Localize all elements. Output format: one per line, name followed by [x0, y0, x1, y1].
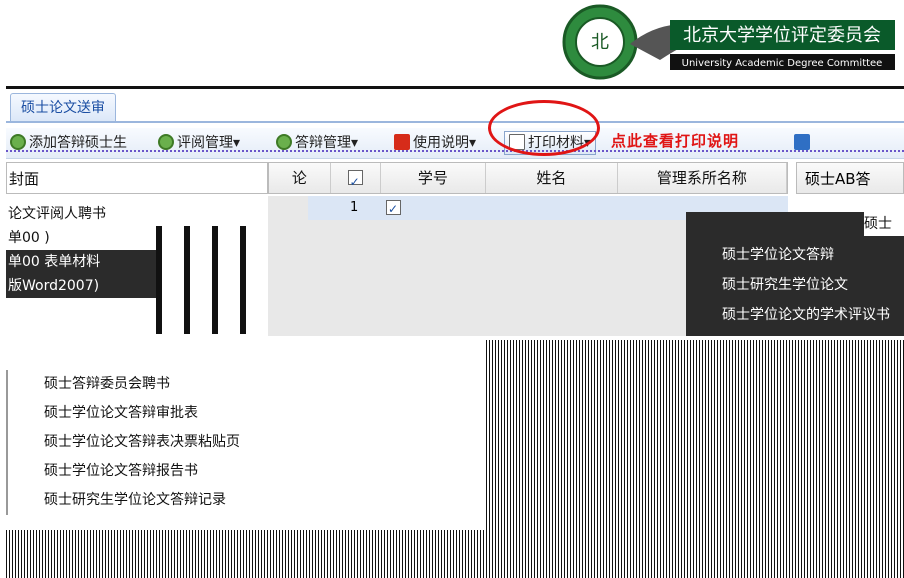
- defense-materials-list: 硕士答辩委员会聘书 硕士学位论文答辩审批表 硕士学位论文答辩表决票粘贴页 硕士学…: [6, 370, 268, 515]
- column-header-name[interactable]: 姓名: [486, 163, 618, 193]
- menu-item-reviewer-letter[interactable]: 论文评阅人聘书: [6, 202, 268, 226]
- chevron-down-icon: ▾: [469, 135, 477, 151]
- highlight-circle: [488, 100, 600, 156]
- right-panel-header[interactable]: 硕士AB答: [796, 162, 904, 194]
- tab-strip: [6, 121, 904, 123]
- menu-item[interactable]: 单00 表单材料: [6, 250, 158, 274]
- tab-thesis-review[interactable]: 硕士论文送审: [10, 93, 116, 122]
- right-panel: 硕士AB答: [796, 162, 904, 212]
- chevron-down-icon: ▾: [351, 135, 359, 151]
- right-menu-item[interactable]: 硕士: [864, 212, 904, 236]
- list-item-defense-committee-letter[interactable]: 硕士答辩委员会聘书: [6, 370, 268, 399]
- list-item-defense-report[interactable]: 硕士学位论文答辩报告书: [6, 457, 268, 486]
- select-all-checkbox[interactable]: [347, 167, 363, 197]
- render-artifact: [156, 226, 266, 334]
- dotted-divider: [6, 150, 904, 152]
- defense-icon: [276, 134, 292, 150]
- logo-subtitle: University Academic Degree Committee: [682, 58, 883, 69]
- add-icon: [10, 134, 26, 150]
- header-divider: [6, 86, 904, 89]
- review-icon: [158, 134, 174, 150]
- menu-item-cover[interactable]: 封面: [6, 162, 268, 194]
- render-artifact: [6, 530, 904, 578]
- export-icon: [794, 134, 810, 150]
- defense-manage-label: 答辩管理: [295, 135, 351, 151]
- logo-title: 北京大学学位评定委员会: [683, 25, 881, 46]
- list-item-ballot-page[interactable]: 硕士学位论文答辩表决票粘贴页: [6, 428, 268, 457]
- menu-item-word-version[interactable]: 版Word2007): [6, 274, 158, 298]
- column-header[interactable]: 论: [269, 163, 331, 193]
- university-logo: 北 北京大学学位评定委员会 University Academic Degree…: [560, 2, 900, 82]
- right-menu-item[interactable]: 硕士学位论文的学术评议书: [722, 304, 904, 324]
- list-item-defense-record[interactable]: 硕士研究生学位论文答辩记录: [6, 486, 268, 515]
- print-hint-text: 点此查看打印说明: [611, 132, 740, 150]
- row-number: 1: [350, 200, 359, 215]
- render-artifact: [486, 340, 904, 530]
- toolbar: 添加答辩硕士生 评阅管理▾ 答辩管理▾ 使用说明▾ 打印材料▾: [6, 128, 904, 159]
- chevron-down-icon: ▾: [233, 135, 241, 151]
- page: 北 北京大学学位评定委员会 University Academic Degree…: [0, 0, 904, 578]
- svg-text:北: 北: [591, 32, 609, 52]
- usage-guide-label: 使用说明: [413, 135, 469, 151]
- column-header-student-id[interactable]: 学号: [381, 163, 487, 193]
- column-header-department[interactable]: 管理系所名称: [618, 163, 787, 193]
- row-checkbox[interactable]: [386, 197, 401, 221]
- add-student-label: 添加答辩硕士生: [29, 135, 127, 151]
- pdf-icon: [394, 134, 410, 150]
- review-manage-label: 评阅管理: [177, 135, 233, 151]
- right-menu-item[interactable]: 硕士学位论文答辩: [722, 244, 904, 264]
- list-item-defense-approval-form[interactable]: 硕士学位论文答辩审批表: [6, 399, 268, 428]
- right-menu-item[interactable]: 硕士研究生学位论文: [722, 274, 904, 294]
- grid-header: 论 学号 姓名 管理系所名称: [268, 162, 788, 197]
- select-all-cell[interactable]: [331, 163, 381, 197]
